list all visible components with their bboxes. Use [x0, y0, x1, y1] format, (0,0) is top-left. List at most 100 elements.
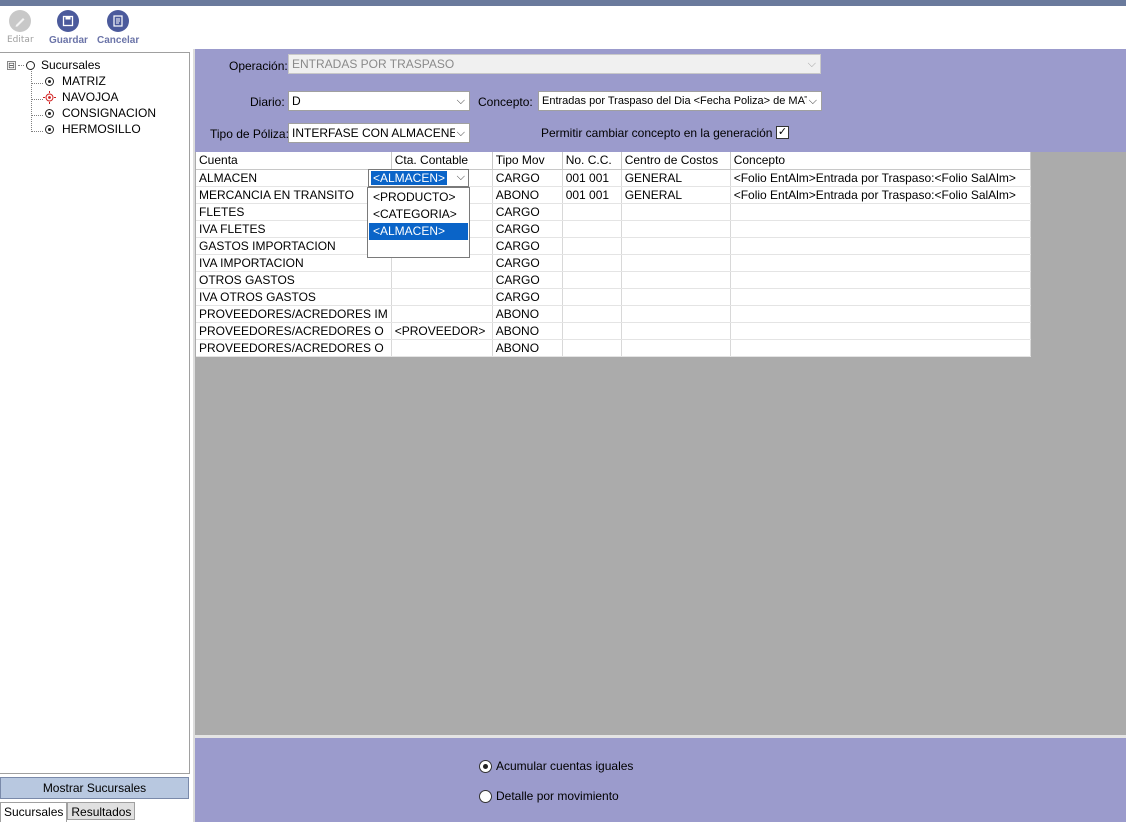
cell-cuenta[interactable]: IVA FLETES	[196, 220, 392, 238]
cell-cta-contable[interactable]	[391, 271, 493, 289]
tree-item-consignacion[interactable]: CONSIGNACION	[45, 106, 156, 120]
collapse-icon[interactable]: ⊟	[7, 60, 16, 70]
cell-concepto[interactable]	[730, 271, 1031, 289]
cell-tipo-mov[interactable]: ABONO	[492, 305, 563, 323]
cell-no-cc[interactable]	[562, 203, 622, 221]
tab-sucursales[interactable]: Sucursales	[0, 802, 68, 822]
table-row[interactable]: FLETES CARGO	[196, 203, 1031, 221]
column-header-cuenta[interactable]: Cuenta	[196, 152, 392, 170]
radio-detail[interactable]: Detalle por movimiento	[479, 789, 619, 803]
cell-cuenta[interactable]: MERCANCIA EN TRANSITO	[196, 186, 392, 204]
cell-centro-costos[interactable]	[621, 322, 731, 340]
tree-item-matriz[interactable]: MATRIZ	[45, 74, 106, 88]
cell-tipo-mov[interactable]: CARGO	[492, 169, 563, 187]
column-header-centro-costos[interactable]: Centro de Costos	[621, 152, 731, 170]
cell-centro-costos[interactable]	[621, 271, 731, 289]
cancel-button[interactable]: Cancelar	[97, 10, 139, 46]
cell-centro-costos[interactable]	[621, 339, 731, 357]
cell-centro-costos[interactable]: GENERAL	[621, 186, 731, 204]
cell-no-cc[interactable]	[562, 254, 622, 272]
table-row[interactable]: IVA OTROS GASTOS CARGO	[196, 288, 1031, 306]
cell-concepto[interactable]	[730, 339, 1031, 357]
table-row[interactable]: PROVEEDORES/ACREDORES IM ABONO	[196, 305, 1031, 323]
tree-root-sucursales[interactable]: ⊟ Sucursales	[7, 58, 100, 72]
table-row[interactable]: IVA FLETES CARGO	[196, 220, 1031, 238]
branches-tree[interactable]: ⊟ Sucursales MATRIZ NAVOJOA CONSIGNACION…	[0, 52, 190, 774]
cell-concepto[interactable]: <Folio EntAlm>Entrada por Traspaso:<Foli…	[730, 169, 1031, 187]
cell-centro-costos[interactable]	[621, 305, 731, 323]
cell-cta-contable[interactable]	[391, 339, 493, 357]
cell-centro-costos[interactable]: GENERAL	[621, 169, 731, 187]
cell-tipo-mov[interactable]: CARGO	[492, 220, 563, 238]
show-branches-button[interactable]: Mostrar Sucursales	[0, 777, 189, 799]
cell-cta-contable[interactable]: <PROVEEDOR>	[391, 322, 493, 340]
edit-button[interactable]: Editar	[7, 10, 34, 45]
cell-cuenta[interactable]: IVA OTROS GASTOS	[196, 288, 392, 306]
cell-cuenta[interactable]: PROVEEDORES/ACREDORES IM	[196, 305, 392, 323]
cell-no-cc[interactable]	[562, 237, 622, 255]
cell-no-cc[interactable]	[562, 271, 622, 289]
cell-no-cc[interactable]	[562, 288, 622, 306]
cell-cuenta[interactable]: PROVEEDORES/ACREDORES O	[196, 339, 392, 357]
column-header-tipo-mov[interactable]: Tipo Mov	[492, 152, 563, 170]
cell-concepto[interactable]	[730, 322, 1031, 340]
cell-no-cc[interactable]	[562, 339, 622, 357]
cell-cuenta[interactable]: FLETES	[196, 203, 392, 221]
table-row[interactable]: OTROS GASTOS CARGO	[196, 271, 1031, 289]
column-header-concepto[interactable]: Concepto	[730, 152, 1031, 170]
cell-cuenta[interactable]: PROVEEDORES/ACREDORES O	[196, 322, 392, 340]
cell-cuenta[interactable]: ALMACEN	[196, 169, 392, 187]
dropdown-option-producto[interactable]: <PRODUCTO>	[369, 189, 468, 206]
table-row[interactable]: ALMACEN CARGO 001 001 GENERAL <Folio EntAlm>…	[196, 169, 1031, 187]
cell-concepto[interactable]	[730, 305, 1031, 323]
diario-select[interactable]: D ⌵	[288, 91, 470, 111]
cta-contable-editor[interactable]: <ALMACEN> ⌵	[368, 169, 469, 187]
cell-concepto[interactable]	[730, 237, 1031, 255]
cell-no-cc[interactable]	[562, 305, 622, 323]
cell-cuenta[interactable]: OTROS GASTOS	[196, 271, 392, 289]
permitir-checkbox[interactable]: ✓	[776, 126, 789, 139]
save-button[interactable]: Guardar	[49, 10, 88, 46]
cell-cuenta[interactable]: GASTOS IMPORTACION	[196, 237, 392, 255]
cell-centro-costos[interactable]	[621, 254, 731, 272]
tree-item-hermosillo[interactable]: HERMOSILLO	[45, 122, 141, 136]
table-row[interactable]: PROVEEDORES/ACREDORES O <PROVEEDOR> ABONO	[196, 322, 1031, 340]
cell-concepto[interactable]: <Folio EntAlm>Entrada por Traspaso:<Foli…	[730, 186, 1031, 204]
cell-centro-costos[interactable]	[621, 288, 731, 306]
radio-accumulate[interactable]: Acumular cuentas iguales	[479, 759, 633, 773]
cell-no-cc[interactable]	[562, 220, 622, 238]
tipo-poliza-select[interactable]: INTERFASE CON ALMACENES ⌵	[288, 123, 470, 143]
cell-cuenta[interactable]: IVA IMPORTACION	[196, 254, 392, 272]
operation-select[interactable]: ENTRADAS POR TRASPASO ⌵	[288, 54, 821, 74]
cell-tipo-mov[interactable]: CARGO	[492, 203, 563, 221]
table-row[interactable]: GASTOS IMPORTACION CARGO	[196, 237, 1031, 255]
dropdown-option-almacen[interactable]: <ALMACEN>	[369, 223, 468, 240]
cell-centro-costos[interactable]	[621, 220, 731, 238]
table-row[interactable]: IVA IMPORTACION CARGO	[196, 254, 1031, 272]
cell-cta-contable[interactable]	[391, 288, 493, 306]
concepto-select[interactable]: Entradas por Traspaso del Dia <Fecha Pol…	[538, 91, 822, 111]
cell-no-cc[interactable]: 001 001	[562, 169, 622, 187]
cell-concepto[interactable]	[730, 288, 1031, 306]
cell-tipo-mov[interactable]: ABONO	[492, 322, 563, 340]
cell-centro-costos[interactable]	[621, 203, 731, 221]
column-header-no-cc[interactable]: No. C.C.	[562, 152, 622, 170]
cell-tipo-mov[interactable]: CARGO	[492, 254, 563, 272]
cell-no-cc[interactable]	[562, 322, 622, 340]
cell-tipo-mov[interactable]: ABONO	[492, 339, 563, 357]
table-row[interactable]: PROVEEDORES/ACREDORES O ABONO	[196, 339, 1031, 357]
table-row[interactable]: MERCANCIA EN TRANSITO ABONO 001 001 GENERAL…	[196, 186, 1031, 204]
cell-concepto[interactable]	[730, 203, 1031, 221]
column-header-cta-contable[interactable]: Cta. Contable	[391, 152, 493, 170]
chevron-down-icon[interactable]: ⌵	[457, 171, 465, 184]
cell-concepto[interactable]	[730, 220, 1031, 238]
cell-cta-contable[interactable]	[391, 305, 493, 323]
cell-tipo-mov[interactable]: CARGO	[492, 271, 563, 289]
tree-item-navojoa[interactable]: NAVOJOA	[43, 90, 118, 104]
cell-tipo-mov[interactable]: CARGO	[492, 288, 563, 306]
dropdown-option-categoria[interactable]: <CATEGORIA>	[369, 206, 468, 223]
tab-resultados[interactable]: Resultados	[67, 802, 136, 820]
cell-no-cc[interactable]: 001 001	[562, 186, 622, 204]
cell-concepto[interactable]	[730, 254, 1031, 272]
cell-tipo-mov[interactable]: ABONO	[492, 186, 563, 204]
